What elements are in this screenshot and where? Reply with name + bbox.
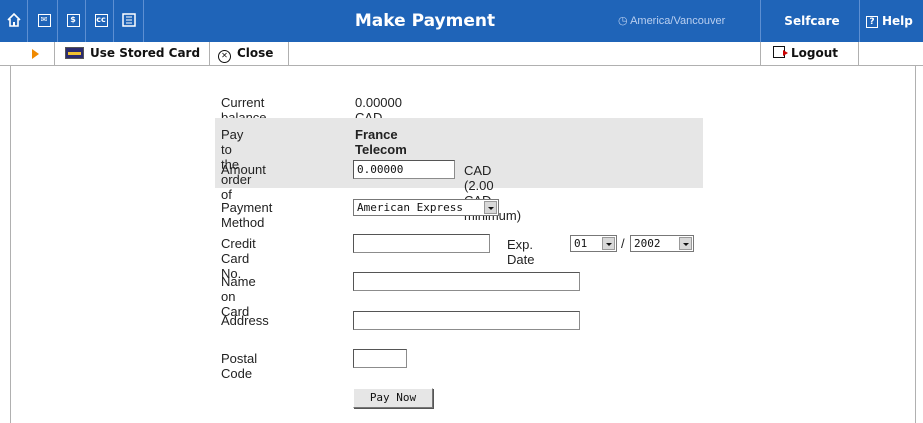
separator — [85, 0, 86, 42]
mail-icon[interactable]: ✉ — [34, 9, 54, 31]
help-link[interactable]: ? Help — [866, 0, 913, 42]
top-navigation-bar: ✉ $ cc Make Payment ◷ America/Vancouver … — [0, 0, 923, 42]
pay-now-button[interactable]: Pay Now — [353, 388, 433, 408]
payee-amount-panel — [215, 118, 703, 188]
use-stored-card-label: Use Stored Card — [90, 46, 201, 60]
credit-card-icon — [65, 47, 84, 59]
postal-code-input[interactable] — [353, 349, 407, 368]
separator — [57, 0, 58, 42]
clock-icon: ◷ — [618, 15, 628, 27]
chevron-down-icon — [484, 201, 497, 214]
postal-code-label: Postal Code — [221, 351, 258, 381]
amount-label: Amount — [221, 162, 266, 177]
name-on-card-input[interactable] — [353, 272, 580, 291]
help-label: Help — [882, 14, 913, 28]
payment-method-select[interactable]: American Express — [353, 199, 499, 216]
selfcare-link[interactable]: Selfcare — [768, 0, 856, 42]
action-toolbar: Use Stored Card ✕ Close Logout — [0, 42, 923, 66]
logout-button[interactable]: Logout — [760, 42, 859, 66]
separator — [113, 0, 114, 42]
toolbar-arrow-cell — [0, 42, 55, 66]
logout-icon — [773, 46, 788, 58]
address-label: Address — [221, 313, 269, 328]
chevron-down-icon — [679, 237, 692, 250]
cc-icon[interactable]: cc — [91, 9, 111, 31]
logout-label: Logout — [791, 46, 839, 60]
content-frame-right — [915, 66, 916, 423]
timezone-link[interactable]: ◷ America/Vancouver — [618, 0, 725, 42]
home-icon[interactable] — [4, 9, 24, 31]
payment-method-label: Payment Method — [221, 200, 273, 230]
separator — [859, 0, 860, 42]
page-title: Make Payment — [354, 11, 496, 31]
close-label: Close — [237, 46, 274, 60]
arrow-right-icon — [32, 49, 39, 59]
exp-month-value: 01 — [574, 237, 588, 250]
chevron-down-icon — [602, 237, 615, 250]
pay-to-value: France Telecom — [355, 127, 407, 157]
exp-year-select[interactable]: 2002 — [630, 235, 694, 252]
card-number-input[interactable] — [353, 234, 490, 253]
content-frame-left — [10, 66, 11, 423]
address-input[interactable] — [353, 311, 580, 330]
dollar-icon[interactable]: $ — [63, 9, 83, 31]
timezone-label: America/Vancouver — [630, 15, 726, 27]
exp-month-select[interactable]: 01 — [570, 235, 617, 252]
exp-date-label: Exp. Date — [507, 237, 535, 267]
amount-input[interactable] — [353, 160, 455, 179]
separator — [143, 0, 144, 42]
close-button[interactable]: ✕ Close — [210, 42, 289, 66]
use-stored-card-button[interactable]: Use Stored Card — [55, 42, 210, 66]
separator — [27, 0, 28, 42]
help-icon: ? — [866, 15, 878, 28]
payment-method-value: American Express — [357, 201, 463, 214]
separator — [760, 0, 761, 42]
exp-separator: / — [621, 236, 625, 251]
list-icon[interactable] — [119, 9, 139, 31]
close-icon: ✕ — [218, 50, 231, 63]
exp-year-value: 2002 — [634, 237, 661, 250]
